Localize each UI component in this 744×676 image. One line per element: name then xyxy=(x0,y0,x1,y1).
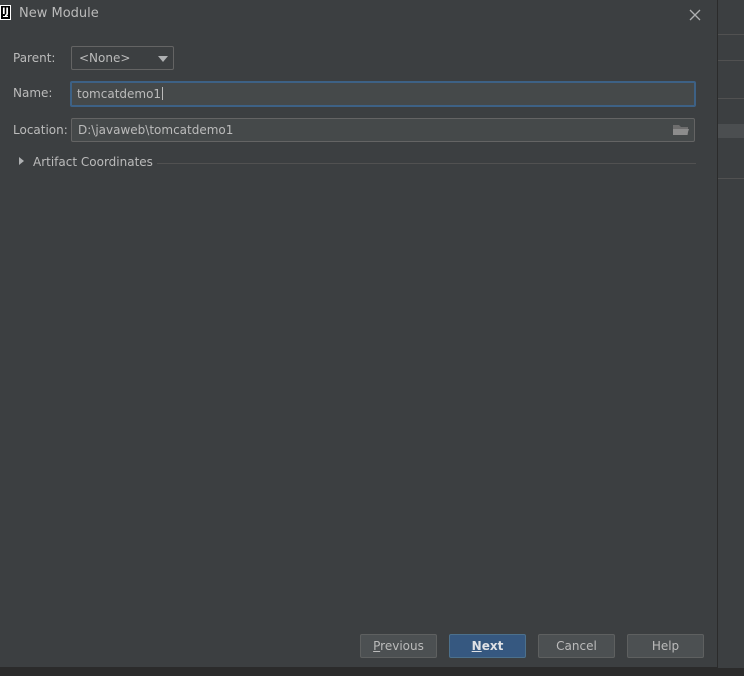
next-label: ext xyxy=(481,639,504,653)
parent-dropdown[interactable]: <None> xyxy=(71,46,174,70)
background-divider xyxy=(718,178,744,179)
background-divider xyxy=(718,98,744,99)
chevron-right-icon xyxy=(19,157,24,165)
text-caret xyxy=(162,87,164,100)
section-divider xyxy=(157,163,696,164)
cancel-button[interactable]: Cancel xyxy=(538,634,615,658)
intellij-logo-icon: IJ xyxy=(0,5,11,20)
close-button[interactable] xyxy=(686,6,704,24)
close-icon xyxy=(689,9,701,21)
chevron-down-icon xyxy=(158,56,168,62)
location-input[interactable]: D:\javaweb\tomcatdemo1 xyxy=(71,118,695,142)
help-button[interactable]: Help xyxy=(627,634,704,658)
background-selected-row xyxy=(718,124,744,138)
folder-icon xyxy=(673,125,689,135)
previous-label: revious xyxy=(380,639,424,653)
location-label: Location: xyxy=(13,123,68,137)
parent-dropdown-value: <None> xyxy=(79,51,131,65)
new-module-dialog: IJ New Module Parent: <None> Name: tomca… xyxy=(0,0,718,668)
location-input-value: D:\javaweb\tomcatdemo1 xyxy=(78,123,234,137)
background-bottom-strip xyxy=(0,668,744,676)
name-input[interactable]: tomcatdemo1 xyxy=(70,81,696,107)
title-bar: IJ New Module xyxy=(0,0,718,30)
parent-label: Parent: xyxy=(13,51,56,65)
next-button[interactable]: Next xyxy=(449,634,526,658)
background-divider xyxy=(718,34,744,35)
name-label: Name: xyxy=(13,86,53,100)
background-ide-panel xyxy=(718,0,744,676)
background-divider xyxy=(718,60,744,61)
browse-folder-button[interactable] xyxy=(672,123,690,137)
name-input-value: tomcatdemo1 xyxy=(77,87,164,101)
artifact-coordinates-label: Artifact Coordinates xyxy=(33,155,153,169)
previous-button[interactable]: Previous xyxy=(360,634,437,658)
next-mnemonic: N xyxy=(471,639,482,653)
dialog-title: New Module xyxy=(19,6,99,21)
artifact-coordinates-section[interactable]: Artifact Coordinates xyxy=(14,154,696,172)
